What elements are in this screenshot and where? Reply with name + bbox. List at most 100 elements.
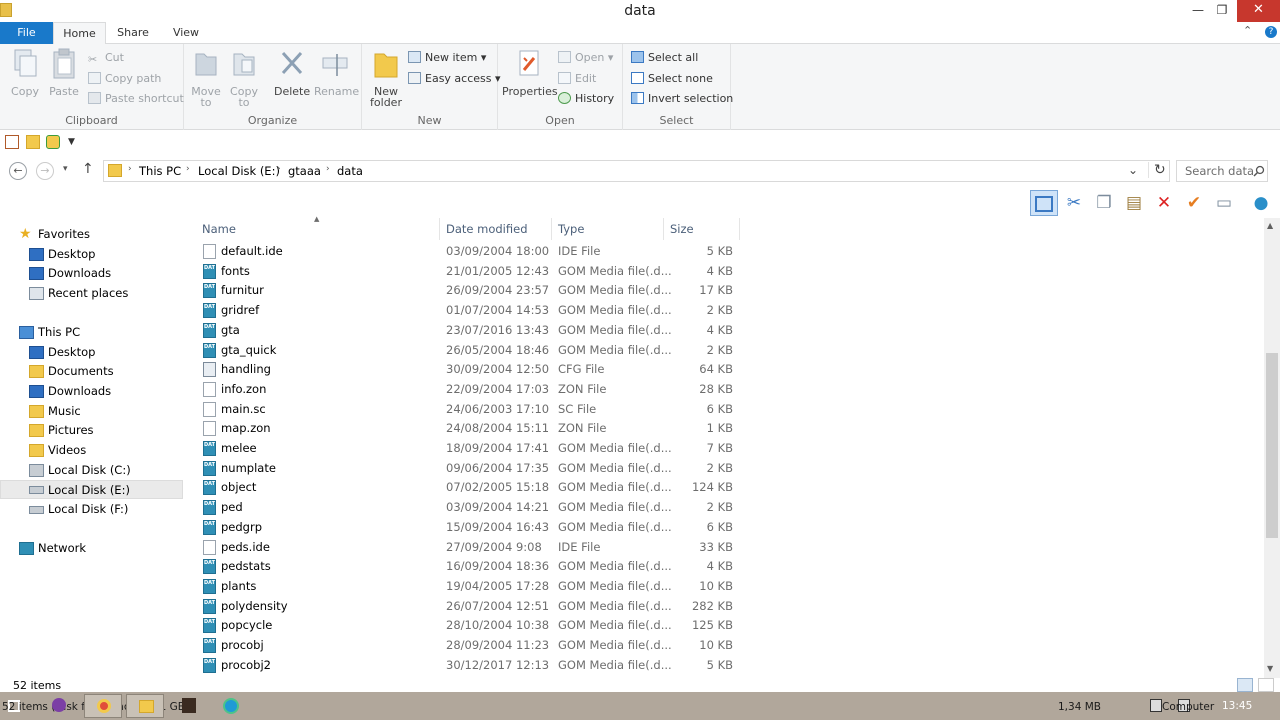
help-icon[interactable]: ? bbox=[1265, 26, 1277, 38]
scrollbar-thumb[interactable] bbox=[1266, 353, 1278, 538]
cut-button[interactable]: ✂ Cut bbox=[88, 49, 124, 67]
properties-small-icon[interactable] bbox=[5, 135, 19, 149]
nav-local-disk-e[interactable]: Local Disk (E:) bbox=[0, 480, 183, 499]
file-row[interactable]: DAT object 07/02/2005 15:18 GOM Media file(… bbox=[196, 478, 741, 497]
checkmark-icon[interactable]: ✔ bbox=[1180, 190, 1208, 216]
nav-music[interactable]: Music bbox=[0, 402, 183, 421]
rename-icon[interactable]: ▭ bbox=[1210, 190, 1238, 216]
tab-file[interactable]: File bbox=[0, 22, 53, 44]
easy-access-button[interactable]: Easy access ▾ bbox=[408, 70, 501, 88]
nav-local-disk-c[interactable]: Local Disk (C:) bbox=[0, 461, 183, 480]
breadcrumb-gtaaa[interactable]: gtaaa bbox=[288, 164, 321, 178]
file-row[interactable]: DAT polydensity 26/07/2004 12:51 GOM Media … bbox=[196, 597, 741, 616]
file-row[interactable]: DAT popcycle 28/10/2004 10:38 GOM Media fil… bbox=[196, 616, 741, 635]
rename-button[interactable]: Rename bbox=[314, 48, 359, 98]
taskbar-app-icon[interactable] bbox=[48, 694, 70, 718]
taskbar-edge[interactable] bbox=[220, 694, 242, 718]
copy-path-button[interactable]: Copy path bbox=[88, 70, 161, 88]
collapse-ribbon-icon[interactable]: ⌃ bbox=[1243, 24, 1252, 37]
nav-recent-places[interactable]: Recent places bbox=[0, 284, 183, 303]
large-icons-view-icon[interactable] bbox=[1258, 678, 1274, 692]
breadcrumb-separator[interactable]: › bbox=[326, 164, 330, 174]
qat-dropdown-icon[interactable]: ▼ bbox=[68, 135, 78, 149]
tab-view[interactable]: View bbox=[163, 22, 209, 44]
forward-button[interactable]: → bbox=[36, 162, 54, 180]
nav-videos[interactable]: Videos bbox=[0, 441, 183, 460]
nav-documents[interactable]: Documents bbox=[0, 362, 183, 381]
file-row[interactable]: DAT gta_quick 26/05/2004 18:46 GOM Media fi… bbox=[196, 341, 741, 360]
clipboard-icon[interactable]: ▤ bbox=[1120, 190, 1148, 216]
nav-pc-downloads[interactable]: Downloads bbox=[0, 382, 183, 401]
select-all-button[interactable]: Select all bbox=[631, 49, 698, 67]
file-row[interactable]: DAT gridref 01/07/2004 14:53 GOM Media file… bbox=[196, 301, 741, 320]
file-row[interactable]: DAT plants 19/04/2005 17:28 GOM Media file(… bbox=[196, 577, 741, 596]
nav-network[interactable]: Network bbox=[0, 539, 183, 558]
nav-desktop[interactable]: Desktop bbox=[0, 245, 183, 264]
file-row[interactable]: handling 30/09/2004 12:50 CFG File 64 KB bbox=[196, 360, 741, 379]
undo-small-icon[interactable] bbox=[46, 135, 60, 149]
close-button[interactable]: ✕ bbox=[1237, 0, 1280, 22]
file-row[interactable]: DAT pedgrp 15/09/2004 16:43 GOM Media file(… bbox=[196, 518, 741, 537]
file-row[interactable]: DAT numplate 09/06/2004 17:35 GOM Media fil… bbox=[196, 459, 741, 478]
scissors-icon[interactable]: ✂ bbox=[1060, 190, 1088, 216]
column-header-date[interactable]: Date modified bbox=[440, 218, 552, 240]
vertical-scrollbar[interactable]: ▲ ▼ bbox=[1264, 218, 1280, 678]
file-row[interactable]: main.sc 24/06/2003 17:10 SC File 6 KB bbox=[196, 400, 741, 419]
file-row[interactable]: info.zon 22/09/2004 17:03 ZON File 28 KB bbox=[196, 380, 741, 399]
new-item-button[interactable]: New item ▾ bbox=[408, 49, 486, 67]
select-none-button[interactable]: Select none bbox=[631, 70, 713, 88]
up-button[interactable]: ↑ bbox=[82, 161, 94, 177]
file-row[interactable]: DAT furnitur 26/09/2004 23:57 GOM Media fil… bbox=[196, 281, 741, 300]
history-button[interactable]: History bbox=[558, 90, 614, 108]
details-view-icon[interactable] bbox=[1237, 678, 1253, 692]
move-to-button[interactable]: Move to bbox=[190, 48, 222, 109]
nav-this-pc[interactable]: This PC bbox=[0, 323, 183, 342]
file-row[interactable]: DAT procobj2 30/12/2017 12:13 GOM Media fil… bbox=[196, 656, 741, 675]
file-row[interactable]: DAT procobj 28/09/2004 11:23 GOM Media file… bbox=[196, 636, 741, 655]
nav-pc-desktop[interactable]: Desktop bbox=[0, 343, 183, 362]
properties-button[interactable]: Properties bbox=[502, 48, 558, 98]
delete-button[interactable]: Delete bbox=[274, 48, 310, 98]
file-row[interactable]: peds.ide 27/09/2004 9:08 IDE File 33 KB bbox=[196, 538, 741, 557]
computer-tray-icon[interactable] bbox=[1150, 699, 1162, 712]
refresh-button[interactable]: ↻ bbox=[1148, 162, 1166, 178]
file-row[interactable]: DAT gta 23/07/2016 13:43 GOM Media file(.d.… bbox=[196, 321, 741, 340]
search-input[interactable]: Search data bbox=[1176, 160, 1268, 182]
address-bar[interactable]: › This PC › Local Disk (E:) › gtaaa › da… bbox=[103, 160, 1170, 182]
tab-share[interactable]: Share bbox=[110, 22, 156, 44]
open-button[interactable]: Open ▾ bbox=[558, 49, 613, 67]
taskbar-explorer[interactable] bbox=[126, 694, 164, 718]
taskbar-chrome[interactable] bbox=[84, 694, 122, 718]
address-dropdown-button[interactable]: ⌄ bbox=[1128, 163, 1138, 177]
copy-to-button[interactable]: Copy to bbox=[228, 48, 260, 109]
column-header-type[interactable]: Type bbox=[552, 218, 664, 240]
globe-icon[interactable]: ● bbox=[1247, 190, 1275, 216]
maximize-button[interactable]: ❐ bbox=[1208, 0, 1236, 22]
scroll-down-arrow-icon[interactable]: ▼ bbox=[1267, 664, 1273, 673]
taskbar-game[interactable] bbox=[178, 694, 200, 718]
file-row[interactable]: DAT pedstats 16/09/2004 18:36 GOM Media fil… bbox=[196, 557, 741, 576]
delete-icon[interactable]: ✕ bbox=[1150, 190, 1178, 216]
nav-local-disk-f[interactable]: Local Disk (F:) bbox=[0, 500, 183, 519]
edit-button[interactable]: Edit bbox=[558, 70, 596, 88]
file-row[interactable]: DAT fonts 21/01/2005 12:43 GOM Media file(.… bbox=[196, 262, 741, 281]
new-folder-button[interactable]: New folder bbox=[368, 48, 404, 109]
layout-pane-button[interactable] bbox=[1030, 190, 1058, 216]
paste-button[interactable]: Paste bbox=[46, 48, 82, 98]
scroll-up-arrow-icon[interactable]: ▲ bbox=[1267, 221, 1273, 230]
file-row[interactable]: map.zon 24/08/2004 15:11 ZON File 1 KB bbox=[196, 419, 741, 438]
back-button[interactable]: ← bbox=[9, 162, 27, 180]
file-row[interactable]: default.ide 03/09/2004 18:00 IDE File 5 KB bbox=[196, 242, 741, 261]
file-row[interactable]: DAT ped 03/09/2004 14:21 GOM Media file(.d.… bbox=[196, 498, 741, 517]
breadcrumb-separator[interactable]: › bbox=[128, 164, 132, 174]
new-folder-small-icon[interactable] bbox=[26, 135, 40, 149]
file-row[interactable]: DAT melee 18/09/2004 17:41 GOM Media file(.… bbox=[196, 439, 741, 458]
nav-favorites[interactable]: ★ Favorites bbox=[0, 225, 183, 244]
column-header-size[interactable]: Size bbox=[664, 218, 740, 240]
copy-icon[interactable]: ❐ bbox=[1090, 190, 1118, 216]
breadcrumb-local-disk-e[interactable]: Local Disk (E:) bbox=[198, 164, 280, 178]
nav-pictures[interactable]: Pictures bbox=[0, 421, 183, 440]
invert-selection-button[interactable]: Invert selection bbox=[631, 90, 733, 108]
breadcrumb-separator[interactable]: › bbox=[186, 164, 190, 174]
breadcrumb-separator[interactable]: › bbox=[277, 164, 281, 174]
